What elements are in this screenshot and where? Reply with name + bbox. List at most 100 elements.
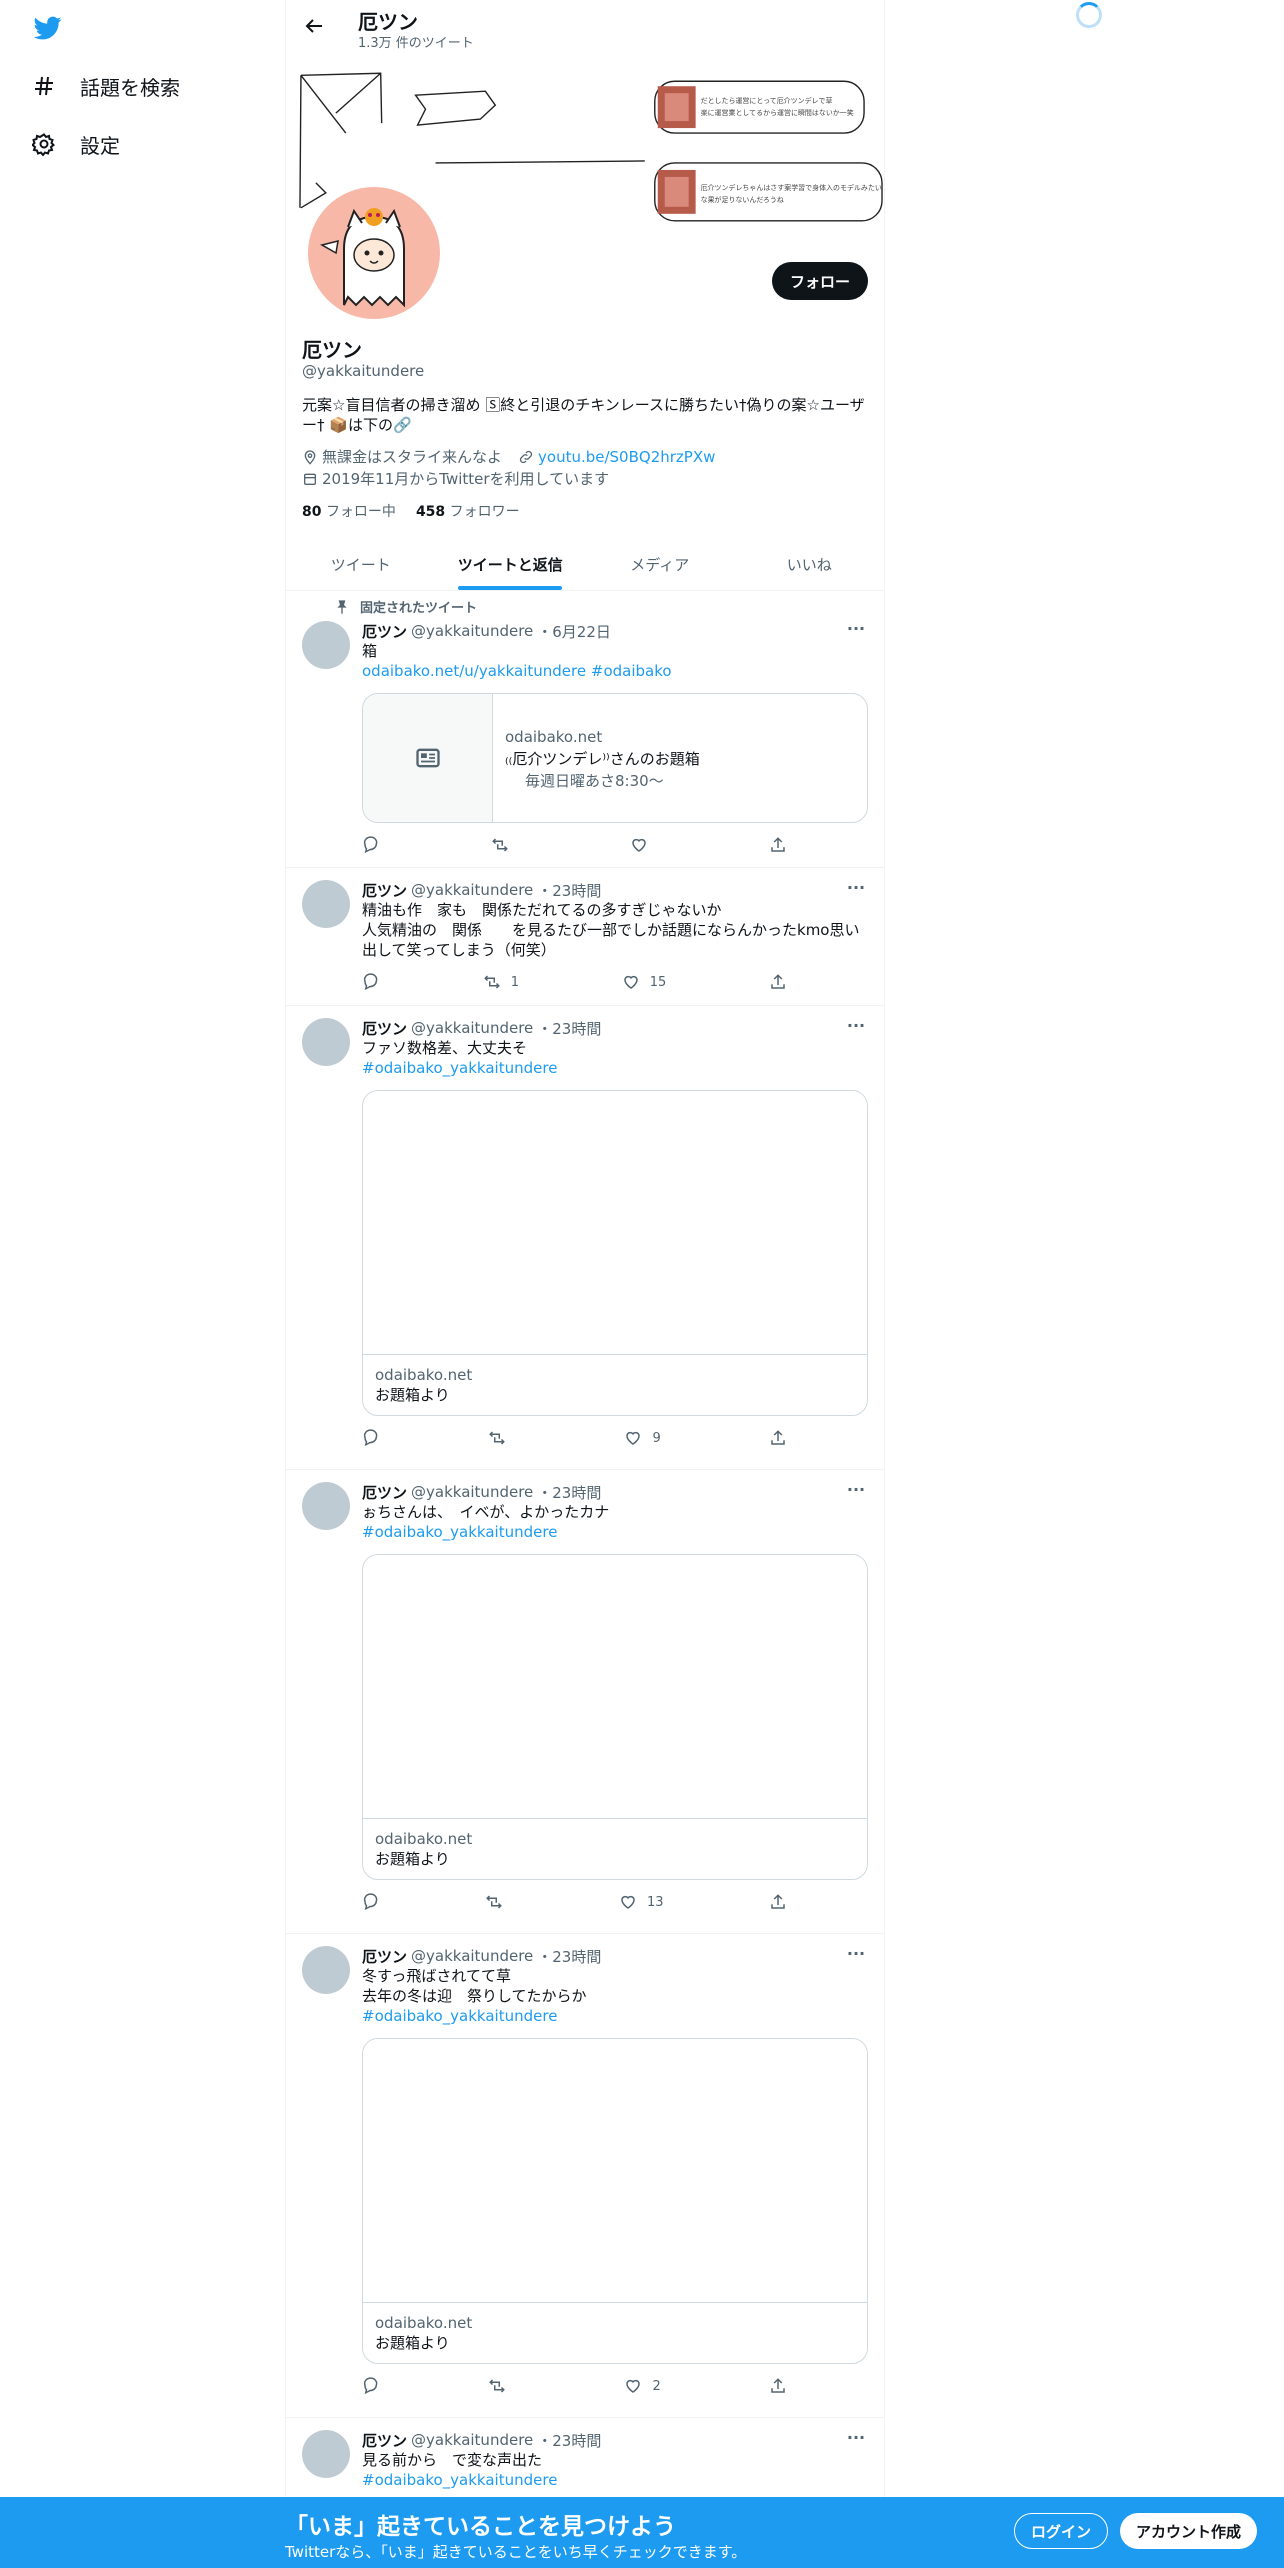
profile-handle: @yakkaitundere [302, 362, 425, 380]
twitter-logo-icon[interactable] [32, 14, 64, 42]
tab-tweets[interactable]: ツイート [286, 538, 436, 590]
share-button[interactable] [769, 2376, 787, 2396]
tweet-time[interactable]: ・23時間 [537, 1482, 601, 1503]
calendar-icon [304, 473, 316, 485]
retweet-icon [492, 838, 508, 852]
follow-button[interactable]: フォロー [771, 262, 868, 300]
tweet-hashtag[interactable]: #odaibako_yakkaitundere [362, 2471, 557, 2489]
tweet-hashtag[interactable]: #odaibako_yakkaitundere [362, 1059, 557, 1077]
tweet-avatar[interactable] [302, 1482, 350, 1530]
tweet-time[interactable]: ・23時間 [537, 1018, 601, 1039]
tweet-author-name[interactable]: 厄ツン [362, 880, 407, 901]
tweet-item[interactable]: 固定されたツイート ··· 厄ツン @yakkaitundere ・6月22日 箱 … [286, 591, 884, 868]
share-button[interactable] [769, 1892, 787, 1912]
like-count: 13 [646, 1894, 664, 1910]
tweet-time[interactable]: ・23時間 [537, 1946, 601, 1967]
tweet-time[interactable]: ・23時間 [537, 880, 601, 901]
tweet-avatar[interactable] [302, 2430, 350, 2478]
tweet-hashtag[interactable]: #odaibako [591, 662, 672, 680]
profile-link[interactable]: youtu.be/S0BQ2hrzPXw [538, 447, 715, 467]
reply-button[interactable] [362, 972, 380, 992]
link-card[interactable]: odaibako.net お題箱より [362, 1554, 868, 1880]
retweet-button[interactable] [491, 835, 519, 855]
like-button[interactable] [630, 835, 658, 855]
reply-icon [363, 2377, 378, 2395]
retweet-count: 1 [510, 974, 519, 990]
pinned-label: 固定されたツイート [360, 601, 478, 616]
heart-icon [623, 975, 638, 989]
tweet-author-name[interactable]: 厄ツン [362, 1018, 407, 1039]
share-button[interactable] [769, 835, 787, 855]
tweet-author-handle[interactable]: @yakkaitundere [411, 2431, 533, 2449]
tweet-avatar[interactable] [302, 1946, 350, 1994]
following-count: 80 [302, 504, 322, 520]
heart-icon [632, 838, 646, 852]
tweet-time[interactable]: ・6月22日 [537, 621, 611, 642]
link-card[interactable]: odaibako.net お題箱より [362, 1090, 868, 1416]
share-button[interactable] [769, 972, 787, 992]
tweet-avatar[interactable] [302, 880, 350, 928]
tab-likes[interactable]: いいね [735, 538, 885, 590]
share-icon [771, 2378, 785, 2393]
share-icon [771, 1894, 785, 1909]
signup-prompt-bar: 「いま」起きていることを見つけよう Twitterなら、「いま」起きていることを… [0, 2497, 1284, 2568]
banner-caption-2: 厄介ツンデレちゃんはさす案学習で身体入のモデルみたい [701, 183, 882, 192]
like-button[interactable]: 9 [624, 1428, 661, 1448]
nav-settings[interactable]: 設定 [32, 124, 120, 164]
link-card[interactable]: odaibako.net お題箱より [362, 2038, 868, 2364]
signup-prompt-title: 「いま」起きていることを見つけよう [285, 2514, 676, 2540]
banner-caption-2b: な果が足りないんだろうね [701, 195, 784, 204]
profile-avatar[interactable] [304, 183, 444, 323]
tweet-hashtag[interactable]: #odaibako_yakkaitundere [362, 1523, 557, 1541]
tab-media[interactable]: メディア [585, 538, 735, 590]
tweet-author-handle[interactable]: @yakkaitundere [411, 1483, 533, 1501]
tweet-item[interactable]: ··· 厄ツン @yakkaitundere ・23時間 冬すっ飛ばされてて草 去年… [286, 1934, 884, 2418]
reply-icon [363, 973, 378, 991]
following-label: フォロー中 [325, 504, 396, 520]
reply-icon [363, 836, 378, 854]
like-button[interactable]: 13 [619, 1892, 664, 1912]
tweet-avatar[interactable] [302, 621, 350, 669]
tweet-item[interactable]: ··· 厄ツン @yakkaitundere ・23時間 ファソ数格差、大丈夫そ #… [286, 1006, 884, 1470]
signup-button[interactable]: アカウント作成 [1120, 2513, 1258, 2549]
tweet-time[interactable]: ・23時間 [537, 2430, 601, 2451]
tweet-author-handle[interactable]: @yakkaitundere [411, 622, 533, 640]
tweet-avatar[interactable] [302, 1018, 350, 1066]
like-button[interactable]: 2 [624, 2376, 661, 2396]
tweet-link[interactable]: odaibako.net/u/yakkaitundere [362, 662, 586, 680]
tweet-text: 精油も作 家も 関係ただれてるの多すぎじゃないか 人気精油の 関係 を見るたび一… [362, 901, 860, 959]
tweet-author-name[interactable]: 厄ツン [362, 2430, 407, 2451]
share-button[interactable] [769, 1428, 787, 1448]
tweet-hashtag[interactable]: #odaibako_yakkaitundere [362, 2007, 557, 2025]
tweet-author-handle[interactable]: @yakkaitundere [411, 1947, 533, 1965]
card-description: 毎週日曜あさ8:30〜 [525, 772, 664, 790]
nav-explore[interactable]: 話題を検索 [32, 66, 180, 106]
hashtag-icon [35, 76, 53, 96]
reply-button[interactable] [362, 1892, 380, 1912]
retweet-button[interactable] [488, 1428, 516, 1448]
retweet-icon [489, 2379, 506, 2393]
reply-button[interactable] [362, 835, 380, 855]
tweet-author-name[interactable]: 厄ツン [362, 1482, 407, 1503]
tweet-item[interactable]: ··· 厄ツン @yakkaitundere ・23時間 精油も作 家も 関係ただれ… [286, 868, 884, 1006]
tweet-author-handle[interactable]: @yakkaitundere [411, 881, 533, 899]
tweet-item[interactable]: ··· 厄ツン @yakkaitundere ・23時間 ぉちさんは、 イベが、よか… [286, 1470, 884, 1934]
tweet-author-name[interactable]: 厄ツン [362, 1946, 407, 1967]
back-arrow-icon[interactable] [302, 14, 326, 38]
tweet-author-handle[interactable]: @yakkaitundere [411, 1019, 533, 1037]
tab-tweets-and-replies[interactable]: ツイートと返信 [436, 538, 586, 590]
retweet-button[interactable]: 1 [483, 972, 519, 992]
reply-button[interactable] [362, 1428, 380, 1448]
followers-link[interactable]: 458 フォロワー [416, 501, 520, 521]
retweet-button[interactable] [485, 1892, 513, 1912]
tweet-author-name[interactable]: 厄ツン [362, 621, 407, 642]
login-button[interactable]: ログイン [1014, 2513, 1109, 2549]
profile-tabs: ツイート ツイートと返信 メディア いいね [286, 538, 884, 591]
retweet-button[interactable] [488, 2376, 516, 2396]
reply-button[interactable] [362, 2376, 380, 2396]
banner-caption-1: だとしたら運営にとって厄介ツンデレで草 [701, 96, 833, 105]
link-card[interactable]: odaibako.net ₍₍厄介ツンデレ⁾⁾さんのお題箱 毎週日曜あさ8:30… [362, 693, 868, 823]
following-link[interactable]: 80 フォロー中 [302, 501, 396, 521]
card-image [363, 2039, 867, 2303]
like-button[interactable]: 15 [622, 972, 666, 992]
